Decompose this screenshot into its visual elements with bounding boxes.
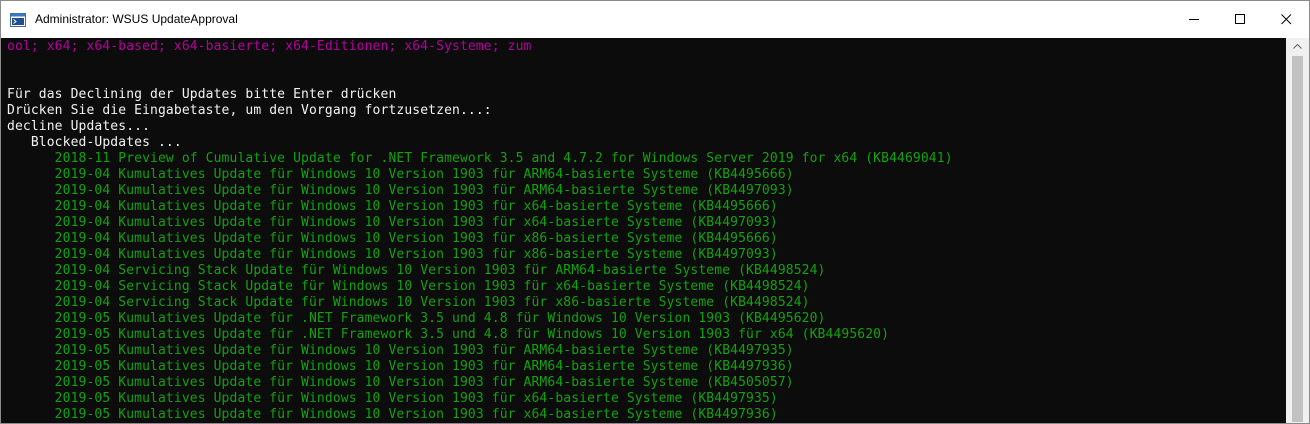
vertical-scrollbar[interactable] bbox=[1286, 38, 1309, 423]
console-line: 2019-05 Kumulatives Update für Windows 1… bbox=[7, 391, 778, 406]
console-line: 2019-04 Kumulatives Update für Windows 1… bbox=[7, 231, 778, 246]
console-line: 2019-05 Kumulatives Update für .NET Fram… bbox=[7, 327, 890, 342]
console-line: 2019-04 Kumulatives Update für Windows 1… bbox=[7, 215, 778, 230]
console-line: Für das Declining der Updates bitte Ente… bbox=[7, 87, 397, 102]
chevron-up-icon bbox=[1293, 44, 1302, 49]
console-line: 2019-04 Servicing Stack Update für Windo… bbox=[7, 263, 826, 278]
powershell-console-icon bbox=[10, 13, 26, 27]
minimize-icon bbox=[1189, 19, 1199, 20]
minimize-button[interactable] bbox=[1171, 1, 1217, 38]
console-line: 2019-05 Kumulatives Update für Windows 1… bbox=[7, 343, 794, 358]
scrollbar-thumb[interactable] bbox=[1292, 56, 1303, 422]
console-line: Drücken Sie die Eingabetaste, um den Vor… bbox=[7, 103, 492, 118]
console-line: 2019-04 Servicing Stack Update für Windo… bbox=[7, 279, 810, 294]
console-line: 2019-04 Kumulatives Update für Windows 1… bbox=[7, 199, 778, 214]
window-title: Administrator: WSUS UpdateApproval bbox=[35, 12, 238, 26]
console-line: Blocked-Updates ... bbox=[7, 135, 182, 150]
scroll-up-button[interactable] bbox=[1286, 38, 1309, 55]
console-window: Administrator: WSUS UpdateApproval ool; … bbox=[0, 0, 1310, 424]
console-line: decline Updates... bbox=[7, 119, 151, 134]
close-button[interactable] bbox=[1263, 1, 1309, 38]
console-line: 2018-11 Preview of Cumulative Update for… bbox=[7, 151, 953, 166]
console-line: 2019-05 Kumulatives Update für Windows 1… bbox=[7, 375, 794, 390]
console-line: ool; x64; x64-based; x64-basierte; x64-E… bbox=[7, 39, 532, 54]
console-line: 2019-05 Kumulatives Update für Windows 1… bbox=[7, 359, 794, 374]
title-bar[interactable]: Administrator: WSUS UpdateApproval bbox=[1, 1, 1309, 38]
console-line: 2019-04 Kumulatives Update für Windows 1… bbox=[7, 167, 794, 182]
console-line: 2019-05 Kumulatives Update für .NET Fram… bbox=[7, 311, 826, 326]
console-line: 2019-05 Kumulatives Update für Windows 1… bbox=[7, 407, 778, 422]
close-icon bbox=[1281, 14, 1292, 25]
console-line: 2019-04 Kumulatives Update für Windows 1… bbox=[7, 183, 794, 198]
console-line: 2019-04 Kumulatives Update für Windows 1… bbox=[7, 247, 778, 262]
maximize-icon bbox=[1235, 14, 1245, 24]
console-line: 2019-04 Servicing Stack Update für Windo… bbox=[7, 295, 810, 310]
maximize-button[interactable] bbox=[1217, 1, 1263, 38]
console-output[interactable]: ool; x64; x64-based; x64-basierte; x64-E… bbox=[1, 38, 1286, 423]
